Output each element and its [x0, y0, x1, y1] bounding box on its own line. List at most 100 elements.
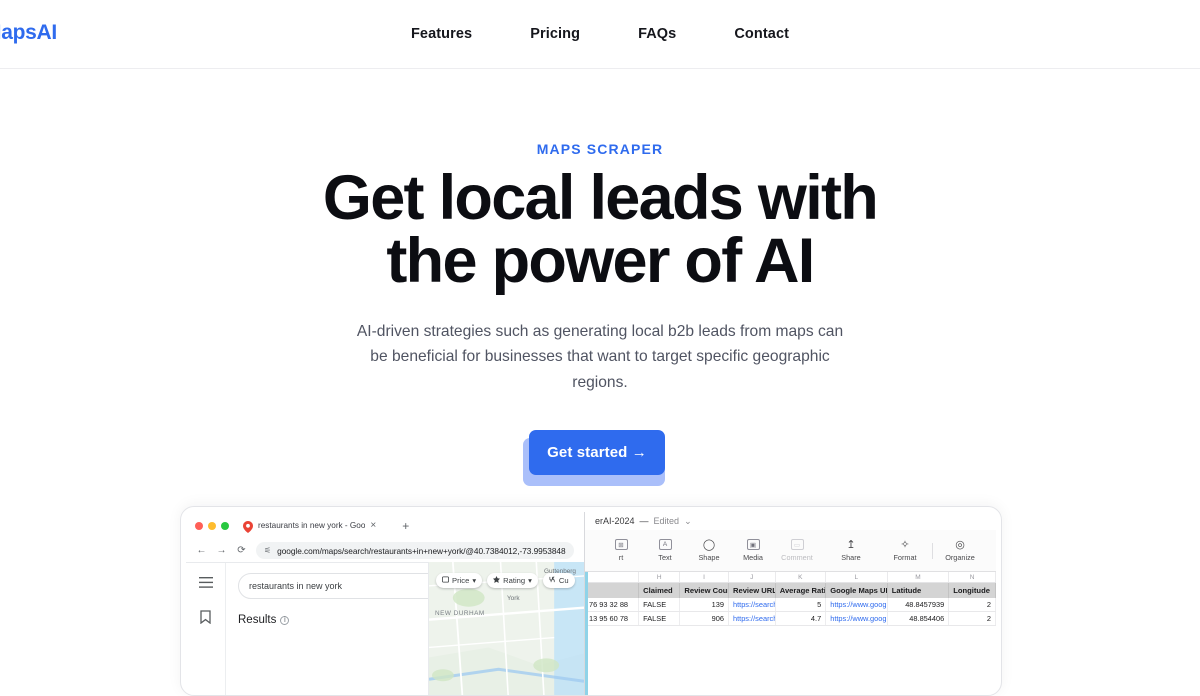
cell-review-url[interactable]: https://search.g	[729, 612, 776, 625]
cell-google-maps-url[interactable]: https://www.google.c	[826, 612, 888, 625]
document-status: Edited	[653, 516, 680, 526]
browser-tab[interactable]: restaurants in new york - Goo ×	[237, 515, 383, 536]
column-letter-l[interactable]: L	[826, 572, 888, 582]
toolbar-shape-button[interactable]: ◯ Shape	[687, 539, 731, 562]
filter-chip-price-label: Price	[452, 576, 470, 585]
main-navigation: Features Pricing FAQs Contact	[0, 26, 1200, 42]
map-label-new-durham: NEW DURHAM	[435, 610, 485, 617]
saved-bookmark-icon[interactable]	[200, 610, 211, 629]
back-icon[interactable]: ←	[196, 545, 207, 556]
header-cell-claimed: Claimed	[639, 583, 681, 598]
chevron-down-icon: ▾	[472, 576, 477, 585]
insert-icon: ⊞	[614, 539, 628, 550]
cell-latitude: 48.8457939	[888, 598, 950, 611]
browser-window: restaurants in new york - Goo × + ← → ⟳ …	[186, 512, 585, 695]
column-letter-row: H I J K L M N	[585, 572, 996, 583]
document-title: erAI-2024	[595, 516, 635, 526]
comment-icon: ▭	[790, 539, 804, 550]
map-filter-chips: Price ▾ Rating ▾ Cu	[436, 573, 575, 588]
toolbar-format-button[interactable]: ✧ Format	[883, 539, 927, 562]
omnibox-url: google.com/maps/search/restaurants+in+ne…	[277, 545, 566, 556]
toolbar-share-button[interactable]: ↥ Share	[829, 539, 873, 562]
toolbar-media-label: Media	[743, 553, 763, 562]
table-row[interactable]: 13 95 60 78 FALSE 906 https://search.g 4…	[585, 612, 996, 626]
spreadsheet-toolbar: ⊞ rt A Text ◯ Shape ▣ Media ▭ Comment ↥ …	[585, 530, 996, 572]
cell-phone: 76 93 32 88	[585, 598, 640, 611]
toolbar-organize-button[interactable]: ◎ Organize	[938, 539, 982, 562]
cell-review-count: 906	[680, 612, 729, 625]
reload-icon[interactable]: ⟳	[236, 545, 247, 556]
site-header: MapsAI Features Pricing FAQs Contact	[0, 0, 1200, 69]
header-cell-google-maps-url: Google Maps URL	[826, 583, 888, 598]
toolbar-insert-button[interactable]: ⊞ rt	[599, 539, 643, 562]
header-cell-review-url: Review URL	[729, 583, 776, 598]
get-started-button[interactable]: Get started →	[529, 429, 665, 475]
maximize-window-icon[interactable]	[221, 521, 229, 530]
mockup-inner: restaurants in new york - Goo × + ← → ⟳ …	[186, 512, 996, 695]
forward-icon[interactable]: →	[216, 545, 227, 556]
cell-review-url[interactable]: https://search.g	[729, 598, 776, 611]
cell-longitude: 2	[949, 598, 996, 611]
chevron-down-icon: ▾	[528, 576, 532, 585]
column-letter-m[interactable]: M	[888, 572, 950, 582]
spreadsheet-grid[interactable]: H I J K L M N Claimed Review Count Revie…	[585, 572, 996, 695]
maps-side-rail	[186, 563, 226, 695]
site-settings-icon[interactable]: ⚟	[264, 546, 271, 555]
omnibox[interactable]: ⚟ google.com/maps/search/restaurants+in+…	[256, 542, 574, 559]
toolbar-shape-label: Shape	[698, 553, 720, 562]
filter-chip-cuisine[interactable]: Cu	[542, 573, 575, 588]
headline-line-1: Get local leads with	[322, 163, 879, 233]
map-canvas[interactable]: Price ▾ Rating ▾ Cu Guttenberg York NEW …	[428, 562, 584, 695]
column-letter-g[interactable]	[585, 572, 640, 582]
media-icon: ▣	[746, 539, 760, 550]
header-cell-0	[585, 583, 640, 598]
nav-link-faqs[interactable]: FAQs	[638, 26, 676, 42]
info-icon[interactable]: i	[280, 615, 290, 625]
minimize-window-icon[interactable]	[208, 521, 216, 530]
nav-link-features[interactable]: Features	[411, 26, 472, 42]
filter-chip-rating[interactable]: Rating ▾	[487, 573, 538, 588]
column-letter-h[interactable]: H	[639, 572, 681, 582]
nav-link-contact[interactable]: Contact	[734, 26, 789, 42]
hero-eyebrow: MAPS SCRAPER	[536, 141, 664, 157]
header-cell-latitude: Latitude	[888, 583, 950, 598]
cell-average-rating: 4.7	[776, 612, 827, 625]
text-icon: A	[658, 539, 672, 550]
column-letter-i[interactable]: I	[680, 572, 729, 582]
spreadsheet-title-bar: erAI-2024 — Edited ⌄	[585, 512, 996, 530]
status-chevron-down-icon[interactable]: ⌄	[684, 516, 692, 527]
filter-chip-rating-label: Rating	[503, 576, 526, 585]
hamburger-menu-icon[interactable]	[198, 575, 213, 593]
cell-latitude: 48.854406	[888, 612, 950, 625]
toolbar-organize-label: Organize	[945, 553, 975, 562]
close-window-icon[interactable]	[195, 521, 203, 530]
toolbar-comment-button[interactable]: ▭ Comment	[775, 539, 819, 562]
toolbar-text-button[interactable]: A Text	[643, 539, 687, 562]
cuisine-icon	[549, 576, 556, 585]
map-label-york: York	[507, 595, 520, 602]
cell-google-maps-url[interactable]: https://www.google.c	[826, 598, 888, 611]
hero-subheading: AI-driven strategies such as generating …	[348, 319, 853, 395]
toolbar-divider	[932, 542, 933, 559]
column-letter-k[interactable]: K	[776, 572, 826, 582]
organize-icon: ◎	[955, 539, 965, 551]
column-letter-n[interactable]: N	[949, 572, 996, 582]
table-row[interactable]: 76 93 32 88 FALSE 139 https://search.g 5…	[585, 598, 996, 612]
cell-review-count: 139	[680, 598, 729, 611]
browser-tab-bar: restaurants in new york - Goo × +	[186, 512, 584, 539]
shape-icon: ◯	[702, 539, 716, 551]
new-tab-icon[interactable]: +	[402, 520, 409, 532]
column-letter-j[interactable]: J	[729, 572, 776, 582]
toolbar-text-label: Text	[658, 553, 672, 562]
tab-close-icon[interactable]: ×	[370, 520, 376, 531]
header-cell-average-rating: Average Rating	[776, 583, 827, 598]
header-cell-longitude: Longitude	[949, 583, 996, 598]
sheet-row-selection-gutter[interactable]	[585, 572, 588, 695]
format-brush-icon: ✧	[900, 539, 910, 551]
nav-link-pricing[interactable]: Pricing	[530, 26, 580, 42]
filter-chip-price[interactable]: Price ▾	[436, 573, 483, 588]
cell-claimed: FALSE	[639, 612, 681, 625]
toolbar-media-button[interactable]: ▣ Media	[731, 539, 775, 562]
toolbar-share-label: Share	[841, 553, 861, 562]
spreadsheet-header-row: Claimed Review Count Review URL Average …	[585, 583, 996, 598]
